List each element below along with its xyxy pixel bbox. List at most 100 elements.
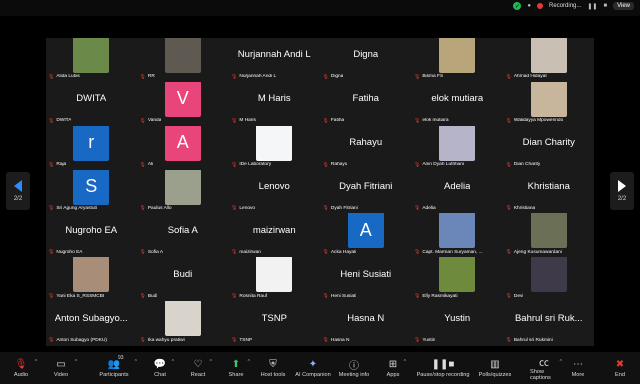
participant-tile[interactable]: 🎙 Ajeng Kusumawardani — [503, 213, 594, 257]
participant-tile[interactable]: Digna 🎙 Digna — [320, 38, 411, 81]
participant-tile[interactable]: 🎙 Alida Lubis — [46, 38, 137, 81]
apps-button[interactable]: ⊞ Apps ^ — [384, 352, 406, 384]
participant-tile[interactable]: Dyah Fitriani 🎙 Dyah Fitriani — [320, 169, 411, 213]
participant-tile[interactable]: 🎙 Rosnita Rauf — [229, 257, 320, 301]
video-button[interactable]: ▭ Video ^ — [49, 352, 77, 384]
participant-tile[interactable]: 🎙 Bisma FS — [412, 38, 503, 81]
host-tools-button[interactable]: ⛨ Host tools — [258, 352, 288, 384]
mic-muted-icon: 🎙 — [322, 161, 329, 168]
caret-up-icon[interactable]: ^ — [248, 359, 250, 365]
view-button[interactable]: View — [613, 2, 634, 10]
participant-tile[interactable]: 🎙 Walidayya Mpowerindo — [503, 81, 594, 125]
participant-name-label: 🎙 Adelia — [414, 205, 436, 211]
captions-button[interactable]: ㏄ Show captions ^ — [530, 352, 562, 384]
participant-tile[interactable]: 🎙 Yani Eka S_RSSMCBI — [46, 257, 137, 301]
prev-page-button[interactable]: 2/2 — [6, 172, 30, 210]
participant-tile[interactable]: r 🎙 Raja — [46, 125, 137, 169]
participant-tile[interactable]: Nugroho EA 🎙 Nugroho EA — [46, 213, 137, 257]
participants-button[interactable]: 👥 93 Participants ^ — [95, 352, 137, 384]
participant-tile[interactable]: 🎙 Ahmad Hidayat — [503, 38, 594, 81]
next-page-button[interactable]: 2/2 — [610, 172, 634, 210]
avatar-photo — [164, 38, 201, 73]
share-label: Share — [228, 372, 244, 378]
participant-tile[interactable]: maizirwan 🎙 maizirwan — [229, 213, 320, 257]
caret-up-icon[interactable]: ^ — [210, 359, 212, 365]
audio-button[interactable]: 🎙 Audio ^ — [9, 352, 37, 384]
pause-stop-icon: ❚❚■ — [431, 358, 455, 370]
stop-icon[interactable]: ■ — [603, 3, 607, 9]
participant-display — [504, 257, 595, 293]
participant-tile[interactable]: 🎙 Ika wahyu pratiwi — [137, 301, 228, 344]
participant-tile[interactable]: DWITA 🎙 DWITA — [46, 81, 137, 125]
participant-display: Adelia — [412, 170, 503, 204]
end-button[interactable]: ✖ End — [612, 352, 628, 384]
audio-label: Audio — [13, 372, 29, 378]
captions-label: Show captions — [530, 369, 551, 381]
participant-display-name: Dian Charity — [522, 137, 575, 149]
pause-recording-button[interactable]: ❚❚■ Pause/stop recording — [416, 352, 470, 384]
participant-tile[interactable]: Rahayu 🎙 Rahayu — [320, 125, 411, 169]
participant-tile[interactable]: Khristiana 🎙 Khristiana — [503, 169, 594, 213]
caret-up-icon[interactable]: ^ — [75, 359, 77, 365]
participant-tile[interactable]: 🎙 IDe Laboratory — [229, 125, 320, 169]
caret-up-icon[interactable]: ^ — [172, 359, 174, 365]
security-shield-icon[interactable]: ✓ — [513, 2, 522, 10]
participant-display-name: Adelia — [444, 180, 471, 192]
react-button[interactable]: ♡ React ^ — [188, 352, 212, 384]
pause-icon[interactable]: ❚❚ — [587, 3, 597, 10]
ai-companion-button[interactable]: ✦ AI Companion — [294, 352, 332, 384]
page-indicator-right: 2/2 — [617, 196, 627, 202]
caret-up-icon[interactable]: ^ — [404, 359, 406, 365]
participant-tile[interactable]: 🎙 Paulus Allo — [137, 169, 228, 213]
participant-tile[interactable]: A 🎙 Ali — [137, 125, 228, 169]
participant-display — [412, 125, 503, 161]
participant-tile[interactable]: 🎙 Anin Dyah Luthfiani — [412, 125, 503, 169]
participant-name: Paulus Allo — [147, 205, 172, 211]
more-button[interactable]: ⋯ More — [570, 352, 586, 384]
participant-tile[interactable]: Heni Susiati 🎙 Heni Susiati — [320, 257, 412, 301]
participant-display-name: Dyah Fitriani — [339, 180, 393, 192]
participant-display: Heni Susiati — [321, 257, 412, 291]
participant-tile[interactable]: S 🎙 Sri Agung Aryastuti — [46, 169, 137, 213]
participants-label: Participants — [99, 372, 129, 378]
participant-tile[interactable]: Nurjannah Andi L 🎙 Nurjannah Andi L — [229, 38, 320, 81]
participant-tile[interactable]: Adelia 🎙 Adelia — [412, 169, 503, 213]
participant-display-name: Khristiana — [527, 180, 570, 192]
react-label: React — [190, 372, 206, 378]
participant-tile[interactable]: Yustin 🎙 Yustin — [412, 301, 503, 344]
participant-tile[interactable]: A 🎙 Acka Hayati — [320, 213, 411, 257]
caret-up-icon[interactable]: ^ — [560, 359, 562, 365]
participant-tile[interactable]: Budi 🎙 Budi — [137, 257, 228, 301]
participant-display-name: Nugroho EA — [65, 224, 118, 236]
participant-tile[interactable]: 🎙 Capt. Marman Suryaman, ... — [412, 213, 503, 257]
participant-tile[interactable]: elok mutiara 🎙 elok mutiara — [412, 81, 503, 125]
mic-muted-icon: 🎙 — [48, 117, 55, 124]
participant-name: Sofia A — [147, 249, 164, 255]
participant-name-label: 🎙 Sofia A — [140, 249, 164, 255]
participant-tile[interactable]: Dian Charity 🎙 Dian Charity — [503, 125, 594, 169]
chevron-right-icon — [618, 180, 626, 192]
participant-tile[interactable]: Lenovo 🎙 Lenovo — [229, 169, 320, 213]
meeting-info-button[interactable]: ⓘ Meeting info — [338, 352, 370, 384]
caret-up-icon[interactable]: ^ — [135, 359, 137, 365]
avatar-photo — [73, 38, 110, 73]
polls-button[interactable]: ▥ Polls/quizzes — [478, 352, 512, 384]
participant-tile[interactable]: Fatiha 🎙 Fatiha — [320, 81, 411, 125]
participant-tile[interactable]: Sofia A 🎙 Sofia A — [137, 213, 228, 257]
participant-display: Bahrul sri Ruk... — [504, 301, 595, 335]
participant-tile[interactable]: TSNP 🎙 TSNP — [229, 301, 320, 344]
participant-tile[interactable]: 🎙 Devi — [503, 257, 595, 301]
avatar-photo — [530, 81, 567, 117]
share-button[interactable]: ⬆ Share ^ — [226, 352, 250, 384]
participant-tile[interactable]: V 🎙 Vanda — [137, 81, 228, 125]
participant-tile[interactable]: Anton Subagyo... 🎙 Anton Subagyo (PDKU) — [46, 301, 137, 344]
caret-up-icon[interactable]: ^ — [35, 359, 37, 365]
participant-tile[interactable]: Bahrul sri Ruk... 🎙 Bahrul sri Rukmini — [503, 301, 595, 344]
participant-tile[interactable]: 🎙 RR — [137, 38, 228, 81]
participant-name: Alida Lubis — [56, 74, 80, 80]
participant-tile[interactable]: M Haris 🎙 M Haris — [229, 81, 320, 125]
participant-tile[interactable]: Hasna N 🎙 Hasna N — [320, 301, 411, 344]
participant-tile[interactable]: 🎙 Elly Rasmikayati — [412, 257, 503, 301]
chat-button[interactable]: 💬 Chat ^ — [150, 352, 174, 384]
info-icon: ⓘ — [349, 360, 359, 372]
